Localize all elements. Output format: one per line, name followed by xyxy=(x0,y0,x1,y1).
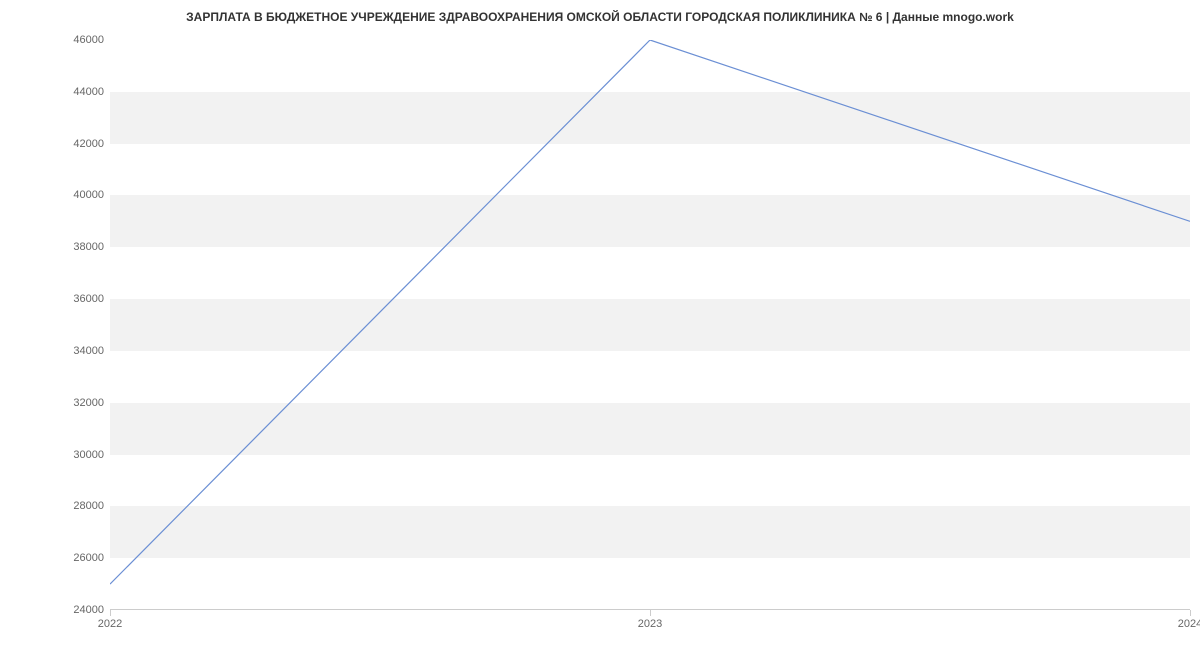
x-tick-mark xyxy=(110,610,111,616)
y-tick-label: 44000 xyxy=(44,86,104,98)
x-tick-label: 2022 xyxy=(98,618,122,630)
y-tick-label: 34000 xyxy=(44,345,104,357)
y-tick-label: 40000 xyxy=(44,189,104,201)
y-tick-label: 32000 xyxy=(44,397,104,409)
y-tick-label: 28000 xyxy=(44,500,104,512)
grid-band xyxy=(110,299,1190,351)
y-tick-label: 30000 xyxy=(44,449,104,461)
x-tick-mark xyxy=(650,610,651,616)
x-tick-label: 2023 xyxy=(638,618,662,630)
grid-band xyxy=(110,506,1190,558)
y-tick-label: 42000 xyxy=(44,138,104,150)
grid-band xyxy=(110,403,1190,455)
x-tick-mark xyxy=(1190,610,1191,616)
y-tick-label: 46000 xyxy=(44,34,104,46)
chart-title: ЗАРПЛАТА В БЮДЖЕТНОЕ УЧРЕЖДЕНИЕ ЗДРАВООХ… xyxy=(0,10,1200,24)
grid-band xyxy=(110,92,1190,144)
plot-area xyxy=(110,40,1190,610)
y-tick-label: 36000 xyxy=(44,293,104,305)
y-tick-label: 38000 xyxy=(44,241,104,253)
y-tick-label: 24000 xyxy=(44,604,104,616)
x-tick-label: 2024 xyxy=(1178,618,1200,630)
grid-band xyxy=(110,195,1190,247)
y-tick-label: 26000 xyxy=(44,552,104,564)
